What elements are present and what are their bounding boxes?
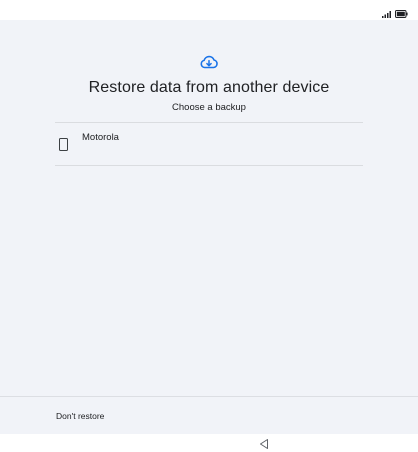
backup-item-motorola[interactable]: Motorola (55, 123, 363, 165)
phone-icon (59, 138, 68, 151)
status-bar (0, 0, 418, 20)
signal-icon (382, 5, 392, 23)
restore-screen: Restore data from another device Choose … (0, 0, 418, 452)
battery-icon (395, 5, 408, 23)
dont-restore-button[interactable]: Don't restore (50, 407, 110, 425)
cloud-download-icon (200, 55, 218, 69)
backup-item-label: Motorola (82, 132, 119, 143)
list-bottom-divider (55, 165, 363, 166)
back-triangle-icon[interactable] (258, 437, 270, 449)
page-title: Restore data from another device (88, 79, 330, 96)
navigation-bar (0, 434, 418, 452)
footer-divider (0, 396, 418, 397)
status-icons (382, 5, 408, 23)
page-subtitle: Choose a backup (172, 102, 246, 113)
